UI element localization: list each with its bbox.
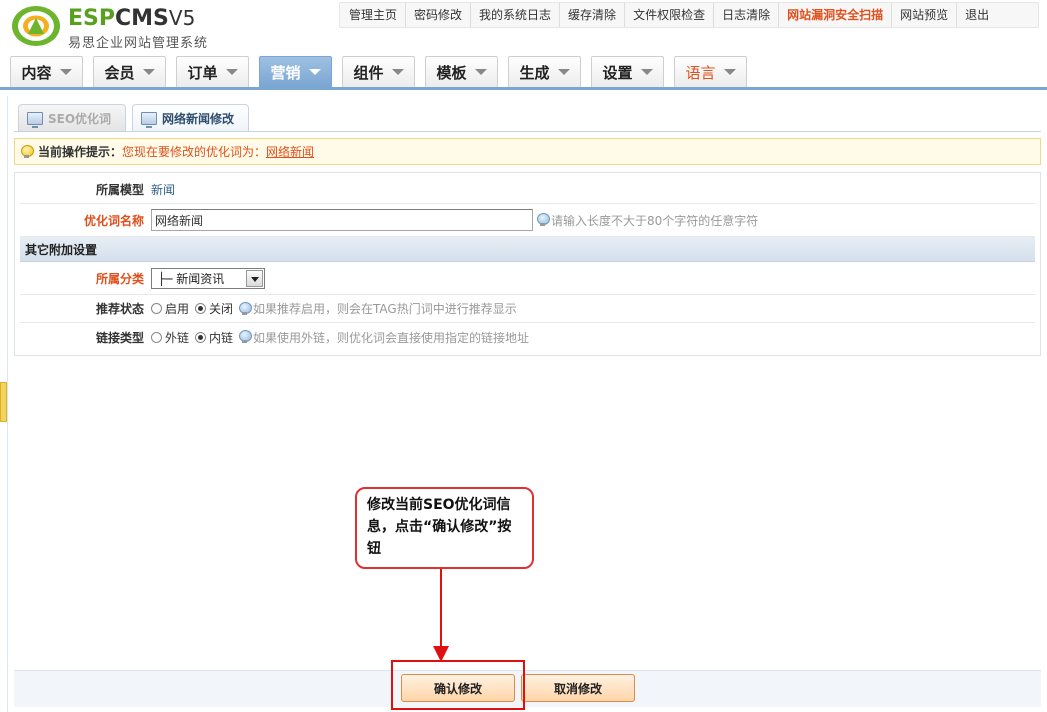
topbar-link-clear-log[interactable]: 日志清除 <box>713 3 778 27</box>
recommend-off-radio[interactable] <box>195 303 207 314</box>
recommend-label: 推荐状态 <box>95 302 144 316</box>
header: ESPCMSV5 易思企业网站管理系统 管理主页 密码修改 我的系统日志 缓存清… <box>0 0 1047 88</box>
lightbulb-icon <box>537 213 550 227</box>
chevron-down-icon <box>308 69 321 75</box>
logo-subtitle: 易思企业网站管理系统 <box>68 36 209 51</box>
topbar-link-my-log[interactable]: 我的系统日志 <box>470 3 559 27</box>
chevron-down-icon <box>225 69 238 75</box>
logo-mark-icon <box>12 6 60 46</box>
tabs-divider <box>14 131 1041 132</box>
row-model: 所属模型 新闻 <box>20 175 1035 204</box>
nav-item-marketing[interactable]: 营销 <box>259 56 332 87</box>
topbar-link-security-scan[interactable]: 网站漏洞安全扫描 <box>778 3 891 27</box>
link-internal-radio[interactable] <box>195 331 207 343</box>
lightbulb-icon <box>239 301 253 316</box>
sidebar-toggle-handle[interactable] <box>0 382 7 422</box>
topbar-link-password[interactable]: 密码修改 <box>405 3 470 27</box>
link-type-hint: 如果使用外链，则优化词会直接使用指定的链接地址 <box>239 329 529 346</box>
annotation-callout: 修改当前SEO优化词信息，点击“确认修改”按钮 <box>355 487 534 569</box>
topbar-link-preview[interactable]: 网站预览 <box>891 3 956 27</box>
monitor-icon <box>141 112 158 128</box>
section-extra-settings: 其它附加设置 <box>20 237 1035 262</box>
nav-item-settings[interactable]: 设置 <box>591 56 664 87</box>
lightbulb-icon <box>21 144 34 159</box>
tip-keyword-link[interactable]: 网络新闻 <box>266 143 314 160</box>
lightbulb-icon <box>239 330 253 344</box>
chevron-down-icon <box>640 69 653 75</box>
recommend-on-label[interactable]: 启用 <box>165 300 189 317</box>
link-type-label: 链接类型 <box>95 330 144 345</box>
annotation-arrow-line <box>440 569 442 651</box>
recommend-hint: 如果推荐启用，则会在TAG热门词中进行推荐显示 <box>239 300 517 317</box>
tab-seo-keywords[interactable]: SEO优化词 <box>18 104 127 131</box>
monitor-icon <box>27 111 43 128</box>
nav-item-language[interactable]: 语言 <box>674 56 747 87</box>
nav-underline <box>0 87 1047 90</box>
row-category: 所属分类 ├─ 新闻资讯 <box>20 262 1035 295</box>
keyword-hint: 请输入长度不大于80个字符的任意字符 <box>537 212 758 229</box>
logo-text: ESPCMSV5 <box>68 6 196 31</box>
nav-item-component[interactable]: 组件 <box>342 56 415 87</box>
nav-item-order[interactable]: 订单 <box>176 56 249 87</box>
topbar-link-logout[interactable]: 退出 <box>956 3 997 27</box>
row-recommend: 推荐状态 启用 关闭 如果推荐启用，则会在TAG热门词中进行推荐显示 <box>20 295 1035 323</box>
logo: ESPCMSV5 易思企业网站管理系统 <box>10 4 230 51</box>
edit-form: 所属模型 新闻 优化词名称 请输入长度不大于80个字符的任意字符 其它附加设置 … <box>14 172 1041 356</box>
chevron-down-icon <box>474 69 487 75</box>
model-value: 新闻 <box>151 182 176 197</box>
recommend-off-label[interactable]: 关闭 <box>209 300 233 317</box>
category-select[interactable]: ├─ 新闻资讯 <box>151 267 265 289</box>
row-keyword: 优化词名称 请输入长度不大于80个字符的任意字符 <box>20 204 1035 237</box>
keyword-label: 优化词名称 <box>83 213 144 228</box>
main-nav: 内容 会员 订单 营销 组件 模板 生成 设置 语言 <box>10 56 757 87</box>
nav-item-member[interactable]: 会员 <box>93 56 166 87</box>
chevron-down-icon <box>59 69 72 75</box>
category-label: 所属分类 <box>95 271 144 286</box>
chevron-down-icon <box>391 69 404 75</box>
tab-edit-keyword[interactable]: 网络新闻修改 <box>132 104 250 132</box>
sidebar-border <box>7 96 8 712</box>
topbar: 管理主页 密码修改 我的系统日志 缓存清除 文件权限检查 日志清除 网站漏洞安全… <box>341 2 997 28</box>
page-tabs: SEO优化词 网络新闻修改 <box>18 104 255 132</box>
link-external-radio[interactable] <box>151 331 162 343</box>
annotation-highlight-box <box>391 660 525 710</box>
recommend-on-radio[interactable] <box>151 303 162 314</box>
chevron-down-icon <box>142 69 155 75</box>
keyword-input[interactable] <box>151 209 533 231</box>
model-label: 所属模型 <box>95 182 144 197</box>
nav-item-generate[interactable]: 生成 <box>508 56 581 87</box>
link-internal-label[interactable]: 内链 <box>209 329 233 346</box>
topbar-link-clear-cache[interactable]: 缓存清除 <box>559 3 624 27</box>
chevron-down-icon <box>557 69 570 75</box>
row-link-type: 链接类型 外链 内链 如果使用外链，则优化词会直接使用指定的链接地址 <box>20 323 1035 351</box>
topbar-link-home[interactable]: 管理主页 <box>341 3 405 27</box>
cancel-button[interactable]: 取消修改 <box>521 674 635 702</box>
topbar-link-permission-check[interactable]: 文件权限检查 <box>624 3 713 27</box>
link-external-label[interactable]: 外链 <box>165 329 189 346</box>
chevron-down-icon <box>723 69 736 75</box>
operation-tip: 当前操作提示： 您现在要修改的优化词为： 网络新闻 <box>14 138 1041 165</box>
nav-item-content[interactable]: 内容 <box>10 56 83 87</box>
dropdown-arrow-icon[interactable] <box>246 269 263 287</box>
nav-item-template[interactable]: 模板 <box>425 56 498 87</box>
